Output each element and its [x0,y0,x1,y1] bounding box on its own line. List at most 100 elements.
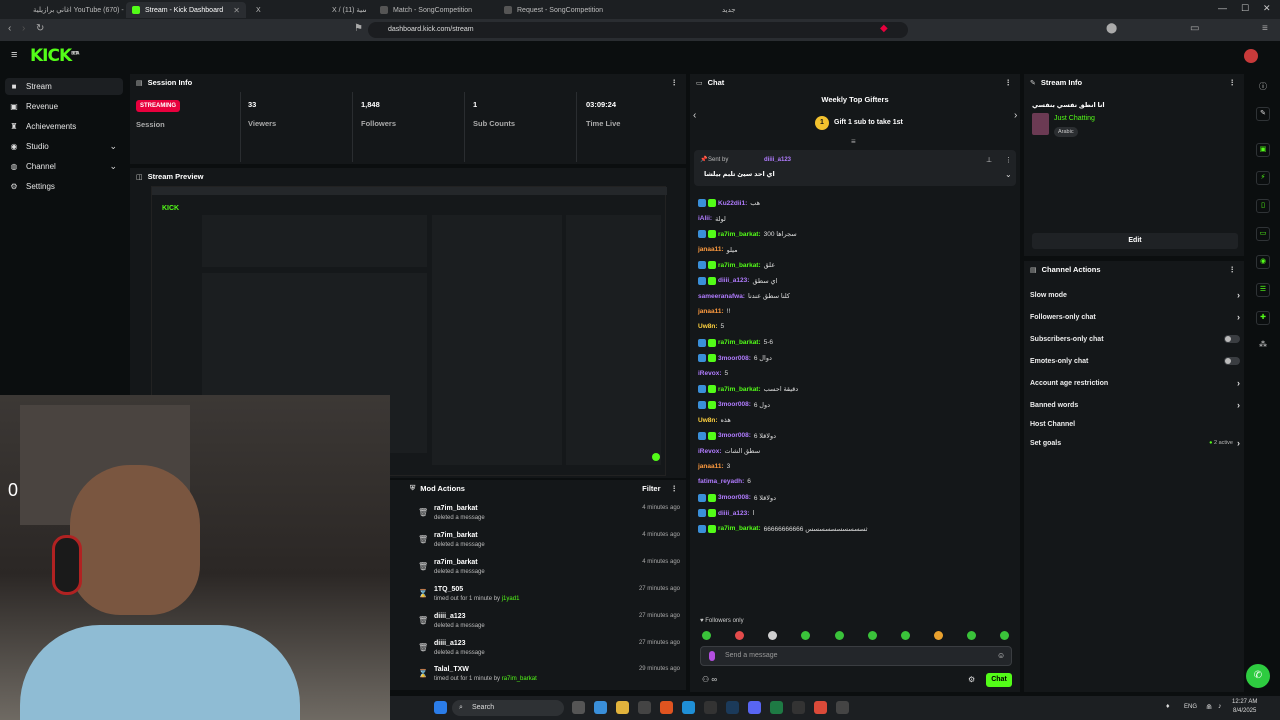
more-icon[interactable]: ⋮ [1005,156,1012,164]
hamburger-icon[interactable]: ≡ [11,49,17,61]
sidebar-item-studio[interactable]: ◉ Studio ⌄ [5,138,123,155]
sidebar-item-settings[interactable]: ⚙ Settings [5,178,123,195]
window-close-icon[interactable]: ✕ [1263,3,1271,14]
chat-input[interactable]: Send a message ☺ [700,646,1012,666]
layout-icon[interactable]: ▣ [1256,143,1270,157]
mod-action-row[interactable]: 🗑 diiii_a123 deleted a message 27 minutes … [414,613,684,635]
minimize-icon[interactable]: — [1218,3,1227,13]
chat-message[interactable]: 3moor008: 6 دولاقلا [698,431,776,440]
channel-action-followers-only-chat[interactable]: Followers-only chat › [1030,310,1240,324]
chat-message[interactable]: diiii_a123: اي سطق [698,276,777,285]
chat-message[interactable]: 3moor008: 6 دول [698,400,770,409]
taskbar-search[interactable]: Search ⌕ [452,700,564,716]
chat-message[interactable]: ra7im_barkat: دقيقة احسب [698,385,798,393]
bookmark-icon[interactable]: ⚑ [354,23,363,34]
mod-action-user[interactable]: ra7im_barkat [434,532,478,539]
wrench-icon[interactable]: ✚ [1256,311,1270,325]
more-icon[interactable]: ⋮ [671,484,679,493]
extension-icon[interactable]: ⬤ [1106,23,1117,34]
emote-icon[interactable] [835,631,844,640]
more-icon[interactable]: ⋮ [1229,78,1237,87]
emote-icon[interactable] [735,631,744,640]
chat-username[interactable]: janaa11: [698,308,724,315]
chat-username[interactable]: Ku22dii1: [718,200,747,207]
chat-username[interactable]: 3moor008: [718,494,751,501]
edit-icon[interactable]: ✎ [1256,107,1270,121]
brave-icon[interactable] [660,701,673,714]
settings-app-icon[interactable] [836,701,849,714]
chat-message[interactable]: iRevox: سطق الشات [698,447,760,456]
tab-x-home[interactable]: X / الرئيسية (11) [326,2,366,18]
more-icon[interactable]: ⋮ [671,78,679,87]
chevron-left-icon[interactable]: ‹ [693,110,696,121]
chat-username[interactable]: iRevox: [698,370,721,377]
chat-username[interactable]: sameeranafwa: [698,293,745,300]
chat-username[interactable]: ra7im_barkat: [718,525,761,532]
chat-username[interactable]: 3moor008: [718,432,751,439]
stack-icon[interactable]: ☰ [1256,283,1270,297]
edge-icon[interactable] [682,701,695,714]
copilot-icon[interactable] [594,701,607,714]
chat-bubble-icon[interactable]: ▭ [1256,227,1270,241]
wifi-icon[interactable]: ⋒ [1206,703,1212,711]
send-chat-button[interactable]: Chat [986,673,1012,687]
tab-request[interactable]: Request - SongCompetition [498,2,614,18]
mod-action-user[interactable]: diiii_a123 [434,640,466,647]
chat-username[interactable]: iAlii: [698,215,712,222]
mic-tray-icon[interactable]: ♦ [1166,703,1170,710]
help-chat-icon[interactable]: ✆ [1246,664,1270,688]
chat-message[interactable]: janaa11: ميلو [698,246,738,254]
chevron-right-icon[interactable]: › [1014,110,1017,121]
emote-icon[interactable] [768,631,777,640]
sidebar-item-stream[interactable]: ■ Stream [5,78,123,95]
clock-time[interactable]: 12:27 AM [1232,699,1257,705]
sidebar-toggle-icon[interactable]: ▭ [1190,23,1199,34]
mod-action-user[interactable]: ra7im_barkat [434,505,478,512]
chat-username[interactable]: diiii_a123: [718,510,749,517]
mod-action-row[interactable]: ⌛ 1TQ_505 timed out for 1 minute by j1yad1… [414,586,684,608]
sidebar-item-channel[interactable]: ◍ Channel ⌄ [5,158,123,175]
chat-message[interactable]: ra7im_barkat: 66666666666 ثسسسسسسسسسس [698,524,868,533]
emote-icon[interactable] [702,631,711,640]
chevron-down-icon[interactable]: ⌄ [1005,170,1012,179]
info-icon[interactable]: ⓘ [1259,81,1267,92]
pinned-message[interactable]: 📌 Sent by diiii_a123 اي احد سيئ تلبم بيل… [694,150,1016,186]
chrome-icon[interactable] [814,701,827,714]
chat-message[interactable]: diiii_a123: ا [698,509,754,517]
collapse-icon[interactable]: ≡ [851,137,856,146]
mod-action-user[interactable]: ra7im_barkat [434,559,478,566]
chat-username[interactable]: iRevox: [698,448,721,455]
mod-action-user[interactable]: diiii_a123 [434,613,466,620]
mod-action-user[interactable]: 1TQ_505 [434,586,463,593]
chat-username[interactable]: ra7im_barkat: [718,386,761,393]
edit-button[interactable]: Edit [1032,233,1238,249]
chat-message[interactable]: 3moor008: 6 دوال [698,354,772,362]
gift-sub-cta[interactable]: Gift 1 sub to take 1st [834,119,903,126]
file-explorer-icon[interactable] [616,701,629,714]
chat-username[interactable]: Uw8n: [698,323,718,330]
clock-date[interactable]: 8/4/2025 [1233,708,1256,714]
emoji-icon[interactable]: ☺ [997,651,1005,660]
filter-button[interactable]: Filter [642,484,660,493]
emote-icon[interactable] [934,631,943,640]
chat-message[interactable]: fatima_reyadh: 6 [698,478,751,485]
maximize-icon[interactable]: ☐ [1241,3,1249,14]
channel-action-subscribers-only-chat[interactable]: Subscribers-only chat [1030,332,1240,346]
chat-message[interactable]: Uw8n: 5 [698,323,724,330]
channel-action-set-goals[interactable]: Set goals ● 2 active › [1030,436,1240,450]
chat-username[interactable]: fatima_reyadh: [698,478,744,485]
chat-message[interactable]: iAlii: لولة [698,215,726,223]
channel-action-host-channel[interactable]: Host Channel [1030,417,1240,431]
chat-username[interactable]: ra7im_barkat: [718,262,761,269]
chat-message[interactable]: ra7im_barkat: 5-6 [698,338,773,347]
chat-username[interactable]: 3moor008: [718,401,751,408]
reload-icon[interactable]: ↻ [36,23,44,34]
chat-message[interactable]: ra7im_barkat: 300 سجراها [698,230,797,238]
menu-icon[interactable]: ≡ [1262,23,1268,34]
task-view-icon[interactable] [572,701,585,714]
document-icon[interactable]: ▯ [1256,199,1270,213]
chat-username[interactable]: 3moor008: [718,355,751,362]
brave-shield-icon[interactable]: ◆ [880,23,888,34]
chat-username[interactable]: ra7im_barkat: [718,231,761,238]
broadcast-icon[interactable]: ◉ [1256,255,1270,269]
